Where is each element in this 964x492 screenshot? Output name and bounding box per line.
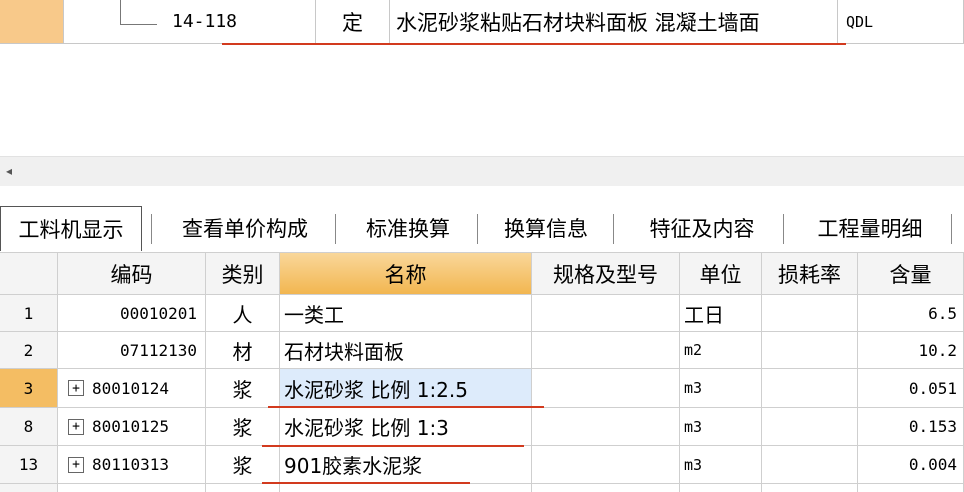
tab-divider [477, 214, 478, 244]
material-loss-rate[interactable] [762, 295, 858, 331]
annotation-underline [262, 445, 524, 447]
horizontal-scrollbar[interactable]: ◂ [0, 156, 964, 186]
table-row[interactable]: 8 + 80010125 浆 水泥砂浆 比例 1:3 m3 0.153 [0, 408, 964, 446]
row-number[interactable]: 2 [0, 332, 58, 368]
row-number[interactable]: 8 [0, 408, 58, 445]
material-loss-rate[interactable] [762, 332, 858, 368]
expand-icon[interactable]: + [68, 418, 84, 435]
material-name[interactable]: 901胶素水泥浆 [280, 446, 532, 483]
material-unit[interactable]: m2 [680, 332, 762, 368]
material-code: 80010125 [92, 417, 170, 436]
row-number[interactable]: 1 [0, 295, 58, 331]
material-kind[interactable]: 浆 [206, 369, 280, 407]
tab-bar: 工料机显示 查看单价构成 标准换算 换算信息 特征及内容 工程量明细 [0, 206, 964, 251]
header-kind[interactable]: 类别 [206, 253, 280, 294]
quota-row[interactable]: 14-118 定 水泥砂浆粘贴石材块料面板 混凝土墙面 QDL [0, 0, 964, 44]
quota-code-cell[interactable]: 14-118 [64, 0, 316, 43]
tab-divider [613, 214, 614, 244]
material-code-cell[interactable]: + 80110313 [58, 446, 206, 483]
annotation-underline [268, 406, 544, 408]
tab-divider [335, 214, 336, 244]
material-loss-rate[interactable] [762, 408, 858, 445]
tab-divider [151, 214, 152, 244]
material-quantity[interactable]: 0.153 [858, 408, 964, 445]
quota-name[interactable]: 水泥砂浆粘贴石材块料面板 混凝土墙面 [390, 0, 838, 43]
material-code[interactable]: 07112130 [58, 332, 206, 368]
material-grid: 编码 类别 名称 规格及型号 单位 损耗率 含量 1 00010201 人 一类… [0, 252, 964, 492]
tree-connector [120, 0, 157, 25]
material-kind[interactable]: 材 [206, 332, 280, 368]
row-marker[interactable] [0, 0, 64, 43]
material-name-text: 水泥砂浆 比例 1:2.5 [284, 377, 468, 402]
material-unit[interactable]: 工日 [680, 295, 762, 331]
material-name[interactable]: 水泥砂浆 比例 1:3 [280, 408, 532, 445]
material-spec[interactable] [532, 332, 680, 368]
material-kind[interactable]: 浆 [206, 446, 280, 483]
material-quantity[interactable]: 10.2 [858, 332, 964, 368]
table-row-partial [0, 484, 964, 492]
material-quantity[interactable]: 0.051 [858, 369, 964, 407]
row-number[interactable]: 13 [0, 446, 58, 483]
material-name[interactable]: 水泥砂浆 比例 1:2.5 [280, 369, 532, 407]
material-kind[interactable]: 人 [206, 295, 280, 331]
header-unit[interactable]: 单位 [680, 253, 762, 294]
material-name[interactable]: 一类工 [280, 295, 532, 331]
material-unit[interactable]: m3 [680, 446, 762, 483]
header-rownum [0, 253, 58, 294]
material-unit[interactable]: m3 [680, 369, 762, 407]
material-spec[interactable] [532, 295, 680, 331]
table-row[interactable]: 2 07112130 材 石材块料面板 m2 10.2 [0, 332, 964, 369]
expand-icon[interactable]: + [68, 380, 84, 396]
expand-icon[interactable]: + [68, 456, 84, 473]
quota-unit[interactable]: QDL [838, 0, 964, 43]
material-quantity[interactable]: 6.5 [858, 295, 964, 331]
scroll-left-icon[interactable]: ◂ [6, 164, 12, 178]
table-row[interactable]: 3 + 80010124 浆 水泥砂浆 比例 1:2.5 m3 0.051 [0, 369, 964, 408]
material-code-cell[interactable]: + 80010125 [58, 408, 206, 445]
tab-conversion-info[interactable]: 换算信息 [486, 206, 606, 250]
tab-divider [783, 214, 784, 244]
material-unit[interactable]: m3 [680, 408, 762, 445]
tab-quantity-detail[interactable]: 工程量明细 [790, 206, 950, 250]
material-loss-rate[interactable] [762, 446, 858, 483]
material-loss-rate[interactable] [762, 369, 858, 407]
grid-header: 编码 类别 名称 规格及型号 单位 损耗率 含量 [0, 252, 964, 295]
table-row[interactable]: 13 + 80110313 浆 901胶素水泥浆 m3 0.004 [0, 446, 964, 484]
material-code: 80010124 [92, 378, 170, 398]
header-quantity[interactable]: 含量 [858, 253, 964, 294]
header-code[interactable]: 编码 [58, 253, 206, 294]
tab-standard-conversion[interactable]: 标准换算 [344, 206, 472, 250]
tab-divider [951, 214, 952, 244]
annotation-underline [262, 482, 470, 484]
header-name[interactable]: 名称 [280, 253, 532, 294]
material-kind[interactable]: 浆 [206, 408, 280, 445]
tab-features-content[interactable]: 特征及内容 [622, 206, 782, 250]
tab-unit-price-composition[interactable]: 查看单价构成 [160, 206, 330, 250]
material-code[interactable]: 00010201 [58, 295, 206, 331]
row-number[interactable]: 3 [0, 369, 58, 407]
annotation-underline [222, 43, 846, 45]
tab-material-display[interactable]: 工料机显示 [0, 206, 142, 251]
table-row[interactable]: 1 00010201 人 一类工 工日 6.5 [0, 295, 964, 332]
quota-code: 14-118 [172, 11, 238, 32]
header-spec[interactable]: 规格及型号 [532, 253, 680, 294]
material-code-cell[interactable]: + 80010124 [58, 369, 206, 407]
material-name[interactable]: 石材块料面板 [280, 332, 532, 368]
header-loss-rate[interactable]: 损耗率 [762, 253, 858, 294]
material-spec[interactable] [532, 369, 680, 407]
quota-type[interactable]: 定 [316, 0, 390, 43]
material-spec[interactable] [532, 446, 680, 483]
material-quantity[interactable]: 0.004 [858, 446, 964, 483]
material-spec[interactable] [532, 408, 680, 445]
material-code: 80110313 [92, 455, 170, 474]
